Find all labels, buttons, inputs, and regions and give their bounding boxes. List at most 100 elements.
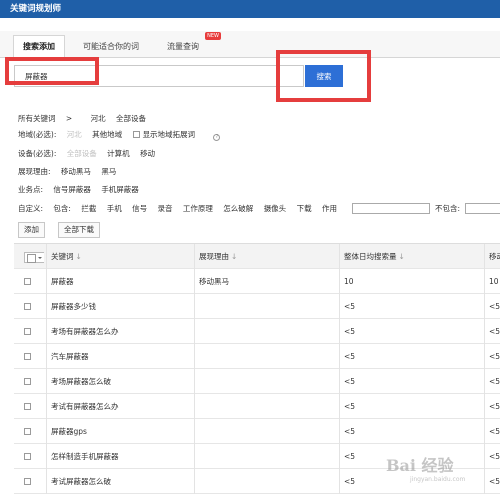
cell-reason bbox=[194, 469, 339, 494]
reason-option-mobile-darkhorse[interactable]: 移动黑马 bbox=[61, 167, 91, 176]
row-checkbox[interactable] bbox=[24, 328, 31, 335]
reason-label: 展现理由: bbox=[18, 167, 51, 176]
table-row: 汽车屏蔽器 <5 <5 bbox=[14, 344, 500, 369]
table-row: 屏蔽器gps <5 <5 bbox=[14, 419, 500, 444]
include-term[interactable]: 信号 bbox=[132, 204, 147, 213]
device-option-mobile[interactable]: 移动 bbox=[140, 149, 155, 158]
help-icon[interactable]: ? bbox=[213, 134, 221, 141]
cell-mobile: <5 bbox=[484, 344, 500, 369]
tab-bar: 搜索添加 可能适合你的词 流量查询 NEW bbox=[0, 31, 500, 59]
reason-option-darkhorse[interactable]: 黑马 bbox=[101, 167, 116, 176]
breadcrumb-root[interactable]: 所有关键词 > bbox=[18, 114, 80, 123]
cell-keyword: 屏蔽器 bbox=[46, 269, 194, 294]
baidu-jingyan-watermark: Bai 经验 jingyan.baidu.com bbox=[386, 456, 466, 483]
show-region-ext-toggle[interactable]: 显示地域拓展词 bbox=[132, 130, 204, 139]
table-row: 屏蔽器 移动黑马 10 10 bbox=[14, 269, 500, 294]
cell-keyword: 考试有屏蔽器怎么办 bbox=[46, 394, 194, 419]
device-filter: 设备(必选): 全部设备 计算机 移动 bbox=[18, 147, 163, 161]
header-keyword[interactable]: 关键词 ↓ bbox=[46, 244, 194, 269]
add-button[interactable]: 添加 bbox=[18, 222, 45, 238]
breadcrumb-device[interactable]: 全部设备 bbox=[116, 114, 146, 123]
header-daily-search[interactable]: 整体日均搜索量 ↓ bbox=[339, 244, 484, 269]
cell-mobile: <5 bbox=[484, 469, 500, 494]
cell-mobile: <5 bbox=[484, 394, 500, 419]
sort-icon: ↓ bbox=[75, 252, 82, 261]
cell-keyword: 汽车屏蔽器 bbox=[46, 344, 194, 369]
include-term[interactable]: 工作原理 bbox=[183, 204, 213, 213]
table-row: 屏蔽器多少钱 <5 <5 bbox=[14, 294, 500, 319]
cell-daily-search: <5 bbox=[339, 369, 484, 394]
sort-icon: ↓ bbox=[231, 252, 238, 261]
region-filter: 地域(必选): 河北 其他地域 显示地域拓展词 ? bbox=[18, 128, 228, 142]
cell-keyword: 屏蔽器多少钱 bbox=[46, 294, 194, 319]
cell-reason bbox=[194, 319, 339, 344]
reason-filter: 展现理由: 移动黑马 黑马 bbox=[18, 165, 124, 179]
table-row: 考场有屏蔽器怎么办 <5 <5 bbox=[14, 319, 500, 344]
cell-mobile: <5 bbox=[484, 319, 500, 344]
include-term[interactable]: 怎么破解 bbox=[223, 204, 253, 213]
row-checkbox[interactable] bbox=[24, 378, 31, 385]
header-mobile[interactable]: 移动 bbox=[484, 244, 500, 269]
tab-traffic-query-label: 流量查询 bbox=[167, 42, 199, 51]
row-checkbox[interactable] bbox=[24, 453, 31, 460]
show-region-ext-checkbox[interactable] bbox=[132, 131, 140, 138]
include-term[interactable]: 作用 bbox=[322, 204, 337, 213]
include-label: 包含: bbox=[53, 204, 71, 213]
device-label: 设备(必选): bbox=[18, 149, 57, 158]
cell-mobile: 10 bbox=[484, 269, 500, 294]
cell-keyword: 考场屏蔽器怎么破 bbox=[46, 369, 194, 394]
tab-suggested-words[interactable]: 可能适合你的词 bbox=[83, 36, 139, 58]
cell-keyword: 考场有屏蔽器怎么办 bbox=[46, 319, 194, 344]
cell-daily-search: <5 bbox=[339, 419, 484, 444]
region-label: 地域(必选): bbox=[18, 130, 57, 139]
business-option-signal-jammer[interactable]: 信号屏蔽器 bbox=[53, 185, 91, 194]
download-all-button[interactable]: 全部下载 bbox=[58, 222, 100, 238]
cell-keyword: 考试屏蔽器怎么破 bbox=[46, 469, 194, 494]
cell-daily-search: <5 bbox=[339, 319, 484, 344]
cell-mobile: <5 bbox=[484, 419, 500, 444]
row-checkbox[interactable] bbox=[24, 478, 31, 485]
app-title: 关键词规划师 bbox=[0, 0, 500, 18]
row-checkbox[interactable] bbox=[24, 278, 31, 285]
cell-keyword: 屏蔽器gps bbox=[46, 419, 194, 444]
device-option-computer[interactable]: 计算机 bbox=[107, 149, 130, 158]
custom-label: 自定义: bbox=[18, 204, 44, 213]
cell-keyword: 怎样制造手机屏蔽器 bbox=[46, 444, 194, 469]
cell-daily-search: <5 bbox=[339, 294, 484, 319]
region-option-hebei[interactable]: 河北 bbox=[67, 130, 82, 139]
include-term[interactable]: 下载 bbox=[297, 204, 312, 213]
tab-traffic-query[interactable]: 流量查询 NEW bbox=[167, 32, 221, 58]
row-checkbox[interactable] bbox=[24, 303, 31, 310]
include-term[interactable]: 摄像头 bbox=[264, 204, 287, 213]
exclude-input[interactable] bbox=[465, 203, 500, 214]
row-checkbox[interactable] bbox=[24, 353, 31, 360]
keyword-table: 关键词↓ 展现理由↓ 整体日均搜索量↓ 移动 屏蔽器 移动黑马 10 10 屏蔽… bbox=[14, 243, 500, 494]
include-term[interactable]: 拦截 bbox=[81, 204, 96, 213]
cell-reason bbox=[194, 369, 339, 394]
sort-icon: ↓ bbox=[398, 252, 405, 261]
select-all-checkbox[interactable] bbox=[24, 251, 44, 263]
tab-search-add[interactable]: 搜索添加 bbox=[13, 35, 65, 59]
row-checkbox[interactable] bbox=[24, 403, 31, 410]
include-term[interactable]: 手机 bbox=[107, 204, 122, 213]
cell-mobile: <5 bbox=[484, 444, 500, 469]
cell-reason bbox=[194, 444, 339, 469]
include-input[interactable] bbox=[352, 203, 430, 214]
business-label: 业务点: bbox=[18, 185, 44, 194]
device-option-all[interactable]: 全部设备 bbox=[67, 149, 97, 158]
new-badge: NEW bbox=[205, 32, 221, 40]
business-option-phone-jammer[interactable]: 手机屏蔽器 bbox=[101, 185, 139, 194]
header-reason[interactable]: 展现理由 ↓ bbox=[194, 244, 339, 269]
region-option-other[interactable]: 其他地域 bbox=[92, 130, 122, 139]
cell-reason bbox=[194, 294, 339, 319]
cell-daily-search: <5 bbox=[339, 344, 484, 369]
breadcrumb-region[interactable]: 河北 bbox=[91, 114, 106, 123]
cell-mobile: <5 bbox=[484, 369, 500, 394]
cell-reason: 移动黑马 bbox=[194, 269, 339, 294]
include-term[interactable]: 录音 bbox=[158, 204, 173, 213]
cell-reason bbox=[194, 394, 339, 419]
cell-daily-search: <5 bbox=[339, 394, 484, 419]
exclude-label: 不包含: bbox=[435, 204, 461, 213]
select-all-dropdown[interactable] bbox=[14, 244, 44, 269]
row-checkbox[interactable] bbox=[24, 428, 31, 435]
